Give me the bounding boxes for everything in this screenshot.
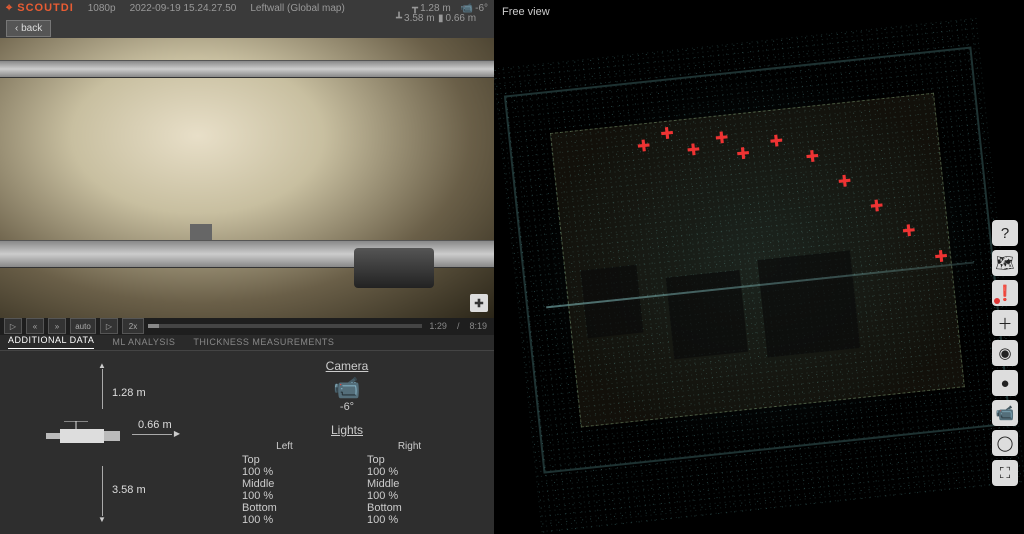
dimensions-diagram: 1.28 m 0.66 m 3.58 m [12,359,212,526]
view-mode-label: Free view [502,6,550,18]
video-feed: ✚ [0,38,494,318]
scene-pipe [0,60,494,78]
point-cloud: ✚ ✚ ✚ ✚ ✚ ✚ ✚ ✚ ✚ ✚ ✚ [491,16,1024,534]
speed-button[interactable]: 2x [122,318,144,334]
marker-icon: ✚ [714,127,727,140]
auto-button[interactable]: auto [70,318,96,334]
time-total: 8:19 [469,321,487,331]
time-current: 1:29 [429,321,447,331]
camera-angle-label: -6° [242,401,452,413]
tab-bar: ADDITIONAL DATA ML ANALYSIS THICKNESS ME… [0,335,494,351]
tool-column: ? 🗺 ❗ ＋ ◉ ● 📹 ◯ ⛶ [992,220,1018,486]
dim-side-label: 0.66 m [138,419,172,431]
tab-ml-analysis[interactable]: ML ANALYSIS [112,337,175,347]
resolution-label: 1080p [88,3,116,14]
marker-icon: ✚ [686,140,699,153]
marker-icon: ✚ [869,196,882,209]
rewind-button[interactable]: « [26,318,44,334]
map-button[interactable]: 🗺 [992,250,1018,276]
waypoint-button[interactable]: ◯ [992,430,1018,456]
lights-heading: Lights [242,423,452,437]
forward-button[interactable]: » [48,318,66,334]
scene-robot [354,248,434,288]
timeline[interactable] [148,324,422,328]
lights-left-col: Left Top100 % Middle100 % Bottom100 % [242,441,327,526]
info-panel: Camera 📹 -6° Lights Left Top100 % Middle… [212,359,482,526]
header-bar: SCOUTDI 1080p 2022-09-19 15.24.27.50 Lef… [0,0,494,18]
marker-icon: ✚ [901,221,914,234]
play-button[interactable]: ▷ [4,318,22,334]
point-cloud-view[interactable]: Free view ✚ ✚ ✚ ✚ ✚ ✚ ✚ ✚ ✚ ✚ ✚ ? 🗺 ❗ ＋ … [494,0,1024,534]
alert-button[interactable]: ❗ [992,280,1018,306]
details-panel: 1.28 m 0.66 m 3.58 m Camera 📹 -6° Lights… [0,351,494,534]
marker-icon: ✚ [933,246,946,259]
marker-icon: ✚ [735,144,748,157]
expand-button[interactable]: ✚ [470,294,488,312]
player-controls: ▷ « » auto ▷ 2x 1:29 / 8:19 [0,318,494,334]
lights-right-col: Right Top100 % Middle100 % Bottom100 % [367,441,452,526]
tab-thickness[interactable]: THICKNESS MEASUREMENTS [193,337,334,347]
dim-up-label: 1.28 m [112,387,146,399]
step-button[interactable]: ▷ [100,318,118,334]
wall-icon: ▮ [438,13,444,24]
add-button[interactable]: ＋ [992,310,1018,336]
cam-angle: -6° [475,3,488,14]
marker-icon: ✚ [659,124,672,137]
lights-left-header: Left [242,441,327,452]
record-button[interactable]: ● [992,370,1018,396]
lights-right-header: Right [367,441,452,452]
floor-icon: ┻ [396,13,402,24]
marker-icon: ✚ [769,131,782,144]
marker-icon: ✚ [805,146,818,159]
view-button[interactable]: ◉ [992,340,1018,366]
marker-icon: ✚ [636,135,649,148]
fullscreen-button[interactable]: ⛶ [992,460,1018,486]
camera-icon: 📹 [242,375,452,401]
dim-down-label: 3.58 m [112,484,146,496]
dist-side: 0.66 m [446,13,477,24]
brand-logo: SCOUTDI [6,2,74,15]
camera-button[interactable]: 📹 [992,400,1018,426]
drone-icon [46,421,126,451]
header-stats: ┳1.28 m 📹-6° ┻3.58 m ▮0.66 m [412,3,488,14]
back-button[interactable]: ‹ back [6,20,51,37]
scene-bracket [190,224,212,240]
location-label: Leftwall (Global map) [250,3,344,14]
timestamp-label: 2022-09-19 15.24.27.50 [130,3,237,14]
dist-down: 3.58 m [404,13,435,24]
camera-heading: Camera [242,359,452,373]
marker-icon: ✚ [837,171,850,184]
tab-additional-data[interactable]: ADDITIONAL DATA [8,335,94,349]
help-button[interactable]: ? [992,220,1018,246]
